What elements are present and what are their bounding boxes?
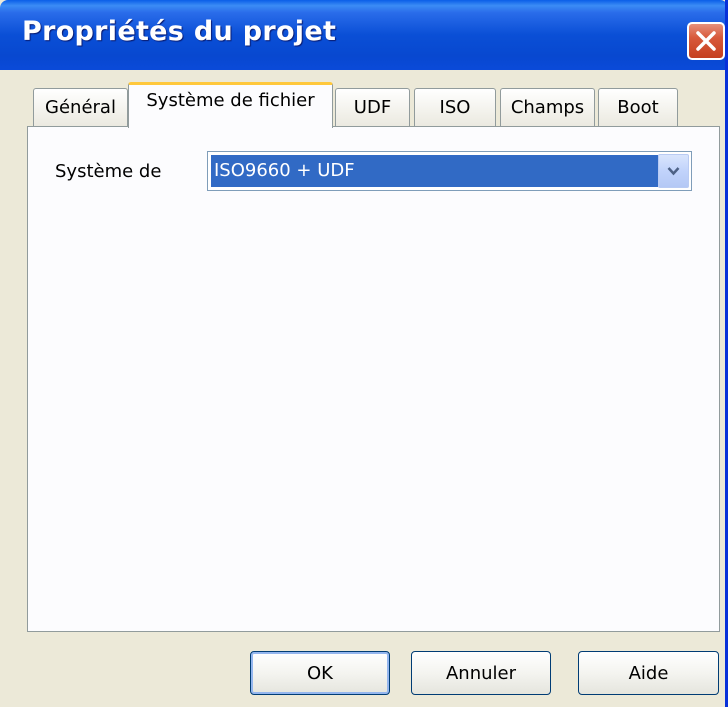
file-system-selected-value: ISO9660 + UDF [211, 155, 658, 187]
ok-button-label: OK [307, 662, 333, 684]
help-button[interactable]: Aide [578, 651, 719, 695]
file-system-select[interactable]: ISO9660 + UDF [207, 151, 692, 191]
tab-panel [27, 126, 720, 632]
tab-iso[interactable]: ISO [414, 88, 496, 126]
close-icon [696, 31, 716, 51]
title-bar[interactable]: Propriétés du projet [0, 0, 725, 70]
tab-label: Système de fichier [146, 90, 315, 111]
help-button-label: Aide [628, 662, 669, 684]
tab-label: Champs [510, 97, 585, 118]
tab-boot[interactable]: Boot [598, 88, 678, 126]
tab-champs[interactable]: Champs [500, 88, 595, 126]
window-title: Propriétés du projet [22, 16, 337, 47]
dropdown-button[interactable] [658, 154, 689, 188]
close-button[interactable] [687, 22, 725, 60]
file-system-label: Système de [55, 161, 162, 182]
tab-label: Boot [617, 97, 659, 118]
tab-label: ISO [439, 97, 471, 118]
tab-label: Général [45, 97, 116, 118]
tab-label: UDF [353, 97, 392, 118]
tab-udf[interactable]: UDF [335, 88, 410, 126]
ok-button[interactable]: OK [250, 651, 390, 695]
cancel-button[interactable]: Annuler [411, 651, 551, 695]
tab-file-system[interactable]: Système de fichier [128, 82, 333, 128]
chevron-down-icon [667, 167, 680, 176]
cancel-button-label: Annuler [445, 662, 516, 684]
tab-general[interactable]: Général [33, 88, 128, 126]
properties-dialog: Propriétés du projet Général Système de … [0, 0, 728, 707]
